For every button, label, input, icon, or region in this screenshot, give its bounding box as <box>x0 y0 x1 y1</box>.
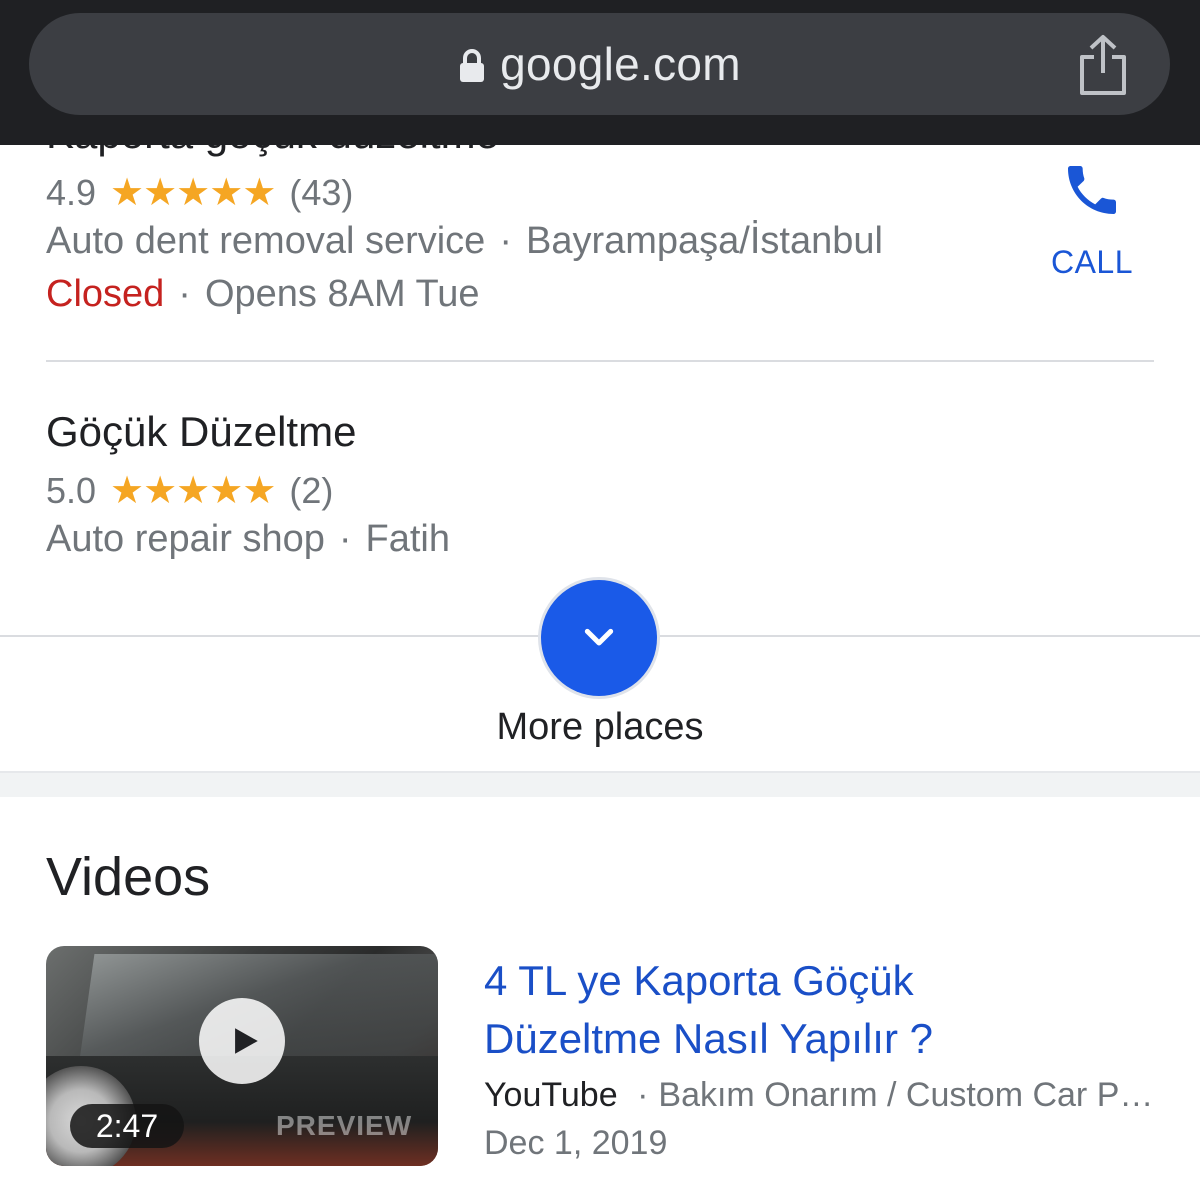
review-count: (43) <box>289 171 354 213</box>
place-category-row: Auto dent removal service · Bayrampaşa/İ… <box>46 220 883 263</box>
separator: · <box>178 273 191 315</box>
rating-stars: ★★★★★ <box>110 172 276 214</box>
browser-top-bar: google.com <box>0 0 1200 145</box>
more-places-label[interactable]: More places <box>0 706 1200 749</box>
preview-label: PREVIEW <box>276 1110 413 1141</box>
more-places-button[interactable] <box>541 580 657 696</box>
share-icon[interactable] <box>1076 33 1130 97</box>
chevron-down-icon <box>584 628 614 646</box>
place-location: Fatih <box>365 518 450 560</box>
lock-icon <box>460 49 485 82</box>
video-date: Dec 1, 2019 <box>484 1124 668 1162</box>
phone-icon <box>1068 166 1116 214</box>
rating-value: 5.0 <box>46 469 97 511</box>
place-category-row: Auto repair shop · Fatih <box>46 518 450 561</box>
place-name[interactable]: Göçük Düzeltme <box>46 408 356 456</box>
video-source-row: YouTube · Bakım Onarım / Custom Car P… <box>484 1076 1153 1115</box>
play-icon <box>235 1028 258 1054</box>
section-separator <box>0 771 1200 797</box>
rating-stars: ★★★★★ <box>110 470 276 512</box>
video-channel: Bakım Onarım / Custom Car P… <box>658 1076 1154 1114</box>
place-rating-row: 4.9 ★★★★★ (43) <box>46 170 353 215</box>
video-title-link[interactable]: 4 TL ye Kaporta Göçük Düzeltme Nasıl Yap… <box>484 952 1044 1068</box>
place-name-text: Göçük Düzeltme <box>46 408 357 455</box>
place-category: Auto dent removal service <box>46 220 486 262</box>
review-count: (2) <box>289 469 334 511</box>
call-label: CALL <box>1050 244 1134 280</box>
status-closed: Closed <box>46 273 165 315</box>
call-button[interactable]: CALL <box>1030 150 1154 290</box>
videos-heading: Videos <box>46 847 211 907</box>
separator: · <box>637 1076 649 1114</box>
place-hours-row: Closed · Opens 8AM Tue <box>46 273 480 316</box>
address-bar[interactable]: google.com <box>29 13 1170 115</box>
divider <box>46 360 1154 362</box>
separator: · <box>499 220 512 262</box>
rating-value: 4.9 <box>46 171 97 213</box>
place-location: Bayrampaşa/İstanbul <box>525 220 883 262</box>
place-category: Auto repair shop <box>46 518 325 560</box>
url-text: google.com <box>500 38 741 90</box>
play-button[interactable] <box>199 998 285 1084</box>
video-duration: 2:47 <box>70 1104 184 1148</box>
opening-hours: Opens 8AM Tue <box>204 273 480 315</box>
place-rating-row: 5.0 ★★★★★ (2) <box>46 468 333 513</box>
video-source: YouTube <box>484 1076 618 1114</box>
url-display[interactable]: google.com <box>29 13 1170 115</box>
separator: · <box>338 518 352 560</box>
